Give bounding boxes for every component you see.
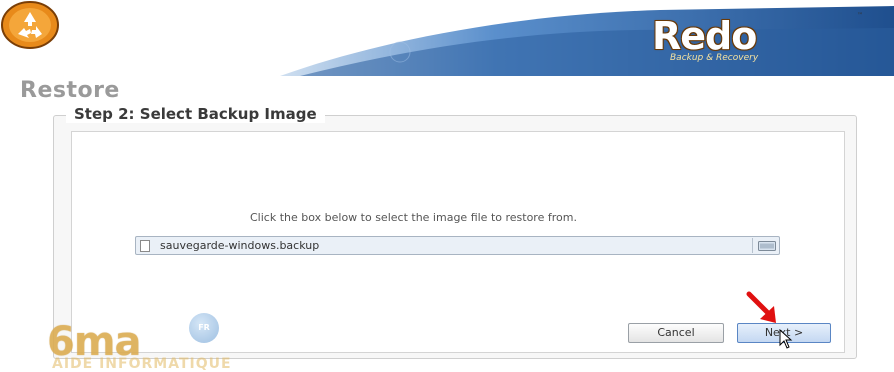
step-title: Step 2: Select Backup Image [66,105,325,123]
page-title: Restore [20,78,120,103]
red-arrow-annotation-icon [746,291,776,323]
banner-swoosh-graphic [280,6,894,76]
watermark-subtitle: AIDE INFORMATIQUE [52,356,232,372]
folder-open-icon[interactable] [758,240,776,251]
redo-logo-text: Redo [652,14,757,58]
file-picker-divider [752,238,753,253]
selected-file-name: sauvegarde-windows.backup [160,239,320,252]
recycle-icon [1,1,59,49]
mouse-cursor-icon [779,329,793,349]
file-icon [140,240,150,252]
redo-logo-subtitle: Backup & Recovery [670,53,759,63]
header-banner: Redo Backup & Recovery ™ [0,0,894,76]
trademark-symbol: ™ [857,12,863,19]
instruction-text: Click the box below to select the image … [250,211,577,224]
cancel-button[interactable]: Cancel [628,323,724,343]
watermark-fr-badge: FR [189,313,219,343]
